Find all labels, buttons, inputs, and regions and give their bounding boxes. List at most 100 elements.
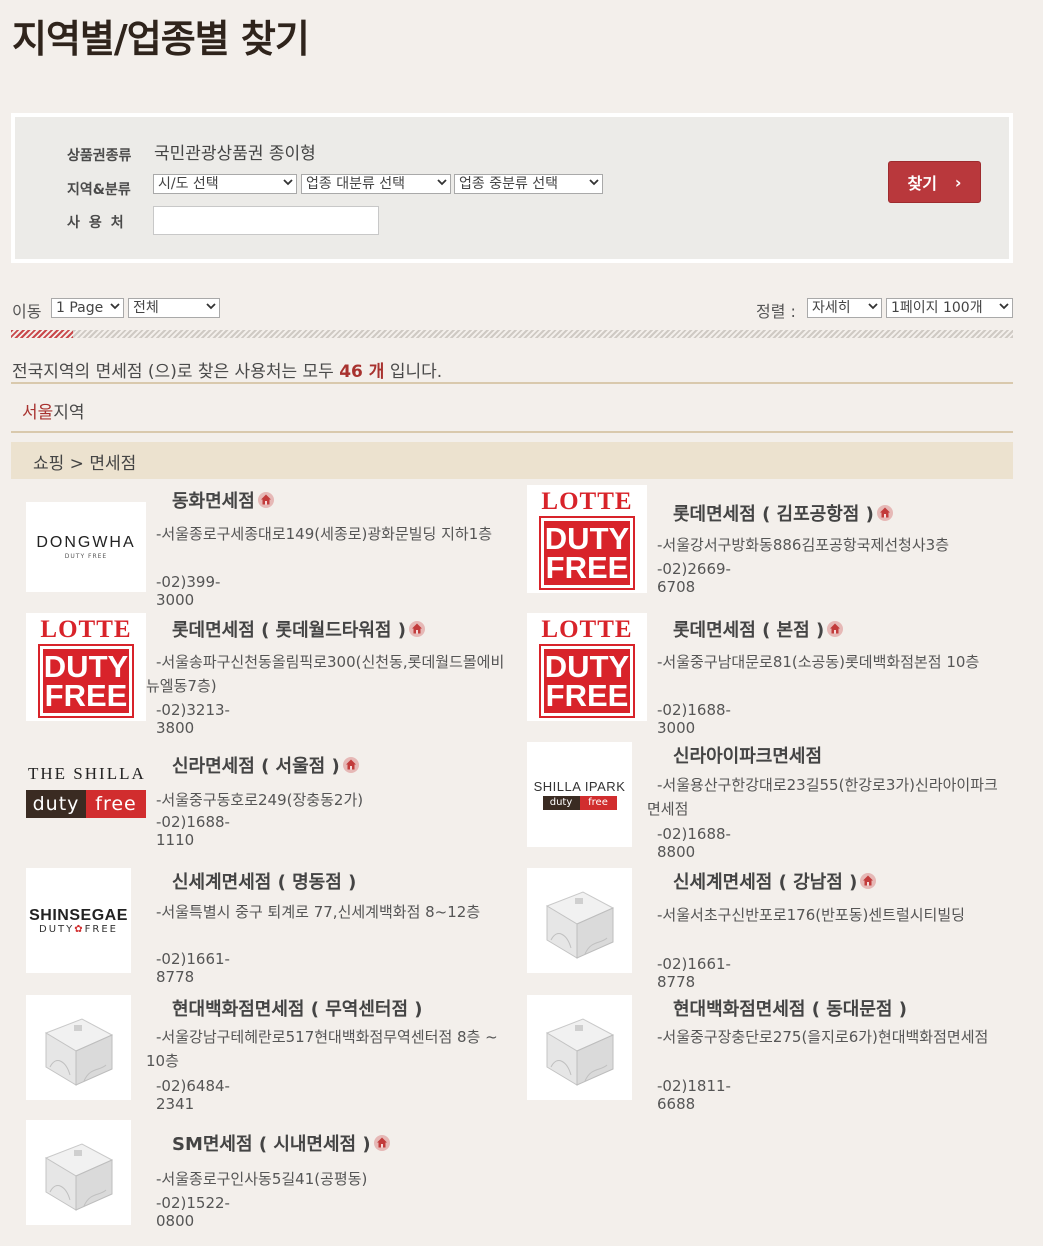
duty-free-badge: DUTY FREE: [539, 644, 635, 718]
free-text: free: [579, 796, 617, 810]
shilla-ipark-logo: SHILLA IPARK duty free: [527, 742, 632, 847]
home-icon[interactable]: [860, 873, 877, 889]
lotte-logo: LOTTE DUTY FREE: [527, 613, 647, 721]
shilla-ipark-wordmark: SHILLA IPARK: [533, 779, 626, 794]
chevron-down-icon: [206, 303, 216, 310]
store-address: -서울용산구한강대로23길55(한강로3가)신라아이파크면세점: [647, 776, 998, 818]
store-address: -서울종로구인사동5길41(공평동): [156, 1170, 368, 1188]
store-logo[interactable]: DONGWHA DUTY FREE: [26, 502, 146, 592]
store-name[interactable]: 동화면세점: [172, 487, 274, 513]
big-category-select[interactable]: 업종 대분류 선택: [301, 174, 451, 194]
store-address: -서울송파구신천동올림픽로300(신천동,롯데월드몰에비뉴엘동7층): [146, 653, 505, 695]
store-logo[interactable]: [26, 995, 131, 1100]
chevron-down-icon: [999, 303, 1009, 310]
duty-text: duty: [26, 790, 86, 818]
home-icon[interactable]: [257, 492, 274, 508]
store-name[interactable]: SM면세점 ( 시내면세점 ): [172, 1130, 390, 1156]
store-address: -서울중구장충단로275(을지로6가)현대백화점면세점: [657, 1028, 989, 1046]
store-name[interactable]: 현대백화점면세점 ( 동대문점 ): [673, 995, 907, 1021]
free-text: FREE: [545, 550, 629, 585]
dongwha-subtext: DUTY FREE: [64, 553, 108, 560]
store-name[interactable]: 신라아이파크면세점: [673, 742, 822, 768]
home-icon[interactable]: [827, 621, 844, 637]
store-name-text[interactable]: SM면세점 ( 시내면세점 ): [172, 1134, 371, 1155]
store-name-text[interactable]: 현대백화점면세점 ( 무역센터점 ): [172, 999, 423, 1020]
store-name-text[interactable]: 신라면세점 ( 서울점 ): [172, 756, 340, 777]
store-name[interactable]: 신세계면세점 ( 명동점 ): [172, 868, 356, 894]
chevron-right-icon: ›: [954, 172, 962, 192]
free-text: free: [86, 790, 146, 818]
store-address: -서울강남구테헤란로517현대백화점무역센터점 8층 ~ 10층: [146, 1028, 498, 1070]
section-divider: [11, 330, 1013, 338]
search-panel: 상품권종류 국민관광상품권 종이형 지역&분류 시/도 선택 업종 대분류 선택…: [11, 113, 1013, 263]
duty-text: duty: [542, 796, 580, 810]
store-name[interactable]: 신세계면세점 ( 강남점 ): [673, 868, 877, 894]
sort-label: 정렬 :: [756, 302, 796, 321]
product-type-label: 상품권종류: [67, 148, 132, 164]
store-name[interactable]: 롯데면세점 ( 롯데월드타워점 ): [172, 616, 425, 642]
chevron-down-icon: [868, 303, 878, 310]
chevron-down-icon: [589, 179, 599, 186]
lotte-wordmark: LOTTE: [541, 616, 633, 643]
per-page-select[interactable]: 1페이지 100개: [886, 298, 1013, 318]
mid-category-select[interactable]: 업종 중분류 선택: [454, 174, 603, 194]
shinsegae-logo: SHINSEGAE DUTY✿FREE: [26, 868, 131, 973]
home-icon[interactable]: [876, 505, 893, 521]
store-logo[interactable]: THE SHILLA duty free: [26, 752, 146, 847]
sido-select[interactable]: 시/도 선택: [153, 174, 297, 194]
home-icon[interactable]: [373, 1135, 390, 1151]
store-name-text[interactable]: 롯데면세점 ( 본점 ): [673, 620, 824, 641]
chevron-down-icon: [110, 303, 120, 310]
free-text: FREE: [44, 678, 128, 713]
store-phone: -02)3213-3800: [156, 701, 230, 737]
shilla-wordmark: THE SHILLA: [28, 764, 146, 783]
page-select[interactable]: 1 Page: [51, 298, 124, 318]
scope-select[interactable]: 전체: [128, 298, 220, 318]
home-icon[interactable]: [408, 621, 425, 637]
store-logo[interactable]: SHINSEGAE DUTY✿FREE: [26, 868, 131, 973]
region-heading: 서울지역: [22, 403, 85, 423]
place-input[interactable]: [153, 206, 379, 235]
region-category-label: 지역&분류: [67, 182, 131, 198]
store-phone: -02)2669-6708: [657, 560, 731, 596]
store-address: -서울서초구신반포로176(반포동)센트럴시티빌딩: [657, 906, 965, 924]
store-logo[interactable]: LOTTE DUTY FREE: [527, 613, 647, 721]
store-name-text[interactable]: 동화면세점: [172, 491, 255, 512]
store-logo[interactable]: SHILLA IPARK duty free: [527, 742, 632, 847]
gift-box-placeholder-icon: [26, 1120, 131, 1225]
duty-free-badge: DUTY FREE: [38, 644, 134, 718]
store-logo[interactable]: LOTTE DUTY FREE: [26, 613, 146, 721]
store-phone: -02)1811-6688: [657, 1077, 731, 1113]
store-name-text[interactable]: 신세계면세점 ( 강남점 ): [673, 872, 857, 893]
store-name-text[interactable]: 신세계면세점 ( 명동점 ): [172, 872, 356, 893]
chevron-down-icon: [437, 179, 447, 186]
dongwha-logo: DONGWHA DUTY FREE: [26, 502, 146, 592]
store-phone: -02)1661-8778: [657, 955, 731, 991]
store-phone: -02)1688-8800: [657, 825, 731, 861]
store-logo[interactable]: [527, 868, 632, 973]
store-name-text[interactable]: 롯데면세점 ( 김포공항점 ): [673, 504, 874, 525]
store-phone: -02)1688-3000: [657, 701, 731, 737]
store-phone: -02)6484-2341: [156, 1077, 230, 1113]
lotte-logo: LOTTE DUTY FREE: [527, 485, 647, 593]
store-name[interactable]: 현대백화점면세점 ( 무역센터점 ): [172, 995, 423, 1021]
store-name-text[interactable]: 롯데면세점 ( 롯데월드타워점 ): [172, 620, 406, 641]
store-name-text[interactable]: 신라아이파크면세점: [673, 746, 822, 767]
sort-select[interactable]: 자세히: [807, 298, 882, 318]
lotte-logo: LOTTE DUTY FREE: [26, 613, 146, 721]
home-icon[interactable]: [342, 757, 359, 773]
duty-free-badge: DUTY FREE: [539, 516, 635, 590]
store-name[interactable]: 롯데면세점 ( 본점 ): [673, 616, 844, 642]
store-logo[interactable]: [26, 1120, 131, 1225]
store-logo[interactable]: LOTTE DUTY FREE: [527, 485, 647, 593]
search-button[interactable]: 찾기 ›: [888, 161, 981, 203]
place-label: 사용처: [67, 215, 133, 231]
store-phone: -02)1688-1110: [156, 813, 230, 849]
store-name[interactable]: 신라면세점 ( 서울점 ): [172, 752, 359, 778]
store-address: -서울특별시 중구 퇴계로 77,신세계백화점 8~12층: [156, 903, 481, 921]
store-name-text[interactable]: 현대백화점면세점 ( 동대문점 ): [673, 999, 907, 1020]
store-name[interactable]: 롯데면세점 ( 김포공항점 ): [673, 500, 893, 526]
store-logo[interactable]: [527, 995, 632, 1100]
move-label: 이동: [12, 302, 42, 321]
product-type-value: 국민관광상품권 종이형: [154, 144, 316, 164]
